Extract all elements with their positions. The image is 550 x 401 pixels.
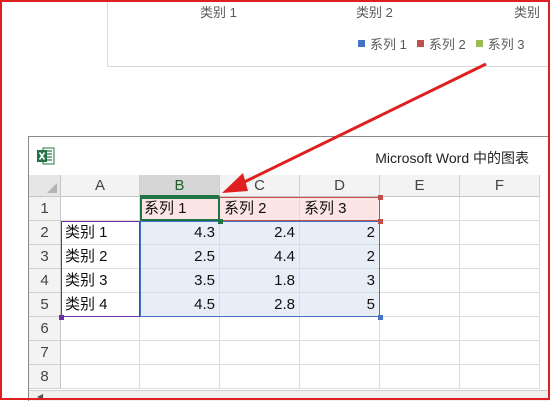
- cell-a2[interactable]: 类别 1: [61, 221, 140, 245]
- row-header-4[interactable]: 4: [29, 269, 61, 293]
- chart-category-label: 类别: [514, 5, 541, 20]
- cell-e8[interactable]: [380, 365, 460, 389]
- cell-f3[interactable]: [460, 245, 540, 269]
- column-header-f[interactable]: F: [460, 175, 540, 197]
- excel-chart-data-window[interactable]: Microsoft Word 中的图表 A B C D E F 1 系列 1 系列 2 系列 32…: [28, 136, 550, 401]
- column-header-a[interactable]: A: [61, 175, 140, 197]
- legend-item: 系列 3: [475, 34, 525, 53]
- excel-icon: [37, 147, 55, 165]
- column-header-d[interactable]: D: [300, 175, 380, 197]
- cell-d3[interactable]: 2: [300, 245, 380, 269]
- cell-a5[interactable]: 类别 4: [61, 293, 140, 317]
- cell-b1[interactable]: 系列 1: [140, 197, 220, 221]
- cell-a8[interactable]: [61, 365, 140, 389]
- title-bar[interactable]: Microsoft Word 中的图表: [29, 137, 550, 175]
- legend-label: 系列 3: [487, 37, 525, 52]
- window-title: Microsoft Word 中的图表: [375, 150, 529, 166]
- cell-d6[interactable]: [300, 317, 380, 341]
- cell-c7[interactable]: [220, 341, 300, 365]
- cell-d5[interactable]: 5: [300, 293, 380, 317]
- legend-swatch: [416, 40, 424, 47]
- horizontal-scrollbar[interactable]: ◀: [29, 390, 550, 401]
- cell-c2[interactable]: 2.4: [220, 221, 300, 245]
- legend-item: 系列 1: [358, 34, 407, 53]
- select-all-corner[interactable]: [29, 175, 61, 197]
- cell-e4[interactable]: [380, 269, 460, 293]
- cell-b5[interactable]: 4.5: [140, 293, 220, 317]
- row-header-2[interactable]: 2: [29, 221, 61, 245]
- cell-c1[interactable]: 系列 2: [220, 197, 300, 221]
- cell-f4[interactable]: [460, 269, 540, 293]
- row-header-1[interactable]: 1: [29, 197, 61, 221]
- cell-f8[interactable]: [460, 365, 540, 389]
- cell-b2[interactable]: 4.3: [140, 221, 220, 245]
- cell-a7[interactable]: [61, 341, 140, 365]
- legend-label: 系列 1: [370, 37, 407, 52]
- cell-b3[interactable]: 2.5: [140, 245, 220, 269]
- chart-plot-area[interactable]: 类别 1 类别 2 类别 系列 1 系列 2 系列 3: [107, 0, 550, 67]
- row-header-8[interactable]: 8: [29, 365, 61, 389]
- cell-b4[interactable]: 3.5: [140, 269, 220, 293]
- cell-f5[interactable]: [460, 293, 540, 317]
- row-header-3[interactable]: 3: [29, 245, 61, 269]
- cell-e1[interactable]: [380, 197, 460, 221]
- cell-c3[interactable]: 4.4: [220, 245, 300, 269]
- cell-d8[interactable]: [300, 365, 380, 389]
- cell-d7[interactable]: [300, 341, 380, 365]
- column-header-b[interactable]: B: [140, 175, 220, 197]
- cell-e3[interactable]: [380, 245, 460, 269]
- column-header-c[interactable]: C: [220, 175, 300, 197]
- legend-swatch: [475, 40, 483, 47]
- cell-f2[interactable]: [460, 221, 540, 245]
- cell-d2[interactable]: 2: [300, 221, 380, 245]
- cell-c4[interactable]: 1.8: [220, 269, 300, 293]
- cell-d4[interactable]: 3: [300, 269, 380, 293]
- cell-f7[interactable]: [460, 341, 540, 365]
- cell-e6[interactable]: [380, 317, 460, 341]
- column-header-e[interactable]: E: [380, 175, 460, 197]
- row-header-6[interactable]: 6: [29, 317, 61, 341]
- cell-c8[interactable]: [220, 365, 300, 389]
- chart-category-label: 类别 1: [200, 5, 237, 20]
- cell-b7[interactable]: [140, 341, 220, 365]
- cell-d1[interactable]: 系列 3: [300, 197, 380, 221]
- cell-f6[interactable]: [460, 317, 540, 341]
- cell-b6[interactable]: [140, 317, 220, 341]
- cell-a4[interactable]: 类别 3: [61, 269, 140, 293]
- cell-a6[interactable]: [61, 317, 140, 341]
- select-all-triangle-icon: [47, 183, 57, 193]
- cell-b8[interactable]: [140, 365, 220, 389]
- cell-c5[interactable]: 2.8: [220, 293, 300, 317]
- legend-swatch: [358, 40, 365, 47]
- cell-a1[interactable]: [61, 197, 140, 221]
- chart-category-label: 类别 2: [356, 5, 393, 20]
- cell-e5[interactable]: [380, 293, 460, 317]
- row-header-5[interactable]: 5: [29, 293, 61, 317]
- legend-label: 系列 2: [428, 37, 466, 52]
- cell-e2[interactable]: [380, 221, 460, 245]
- cell-a3[interactable]: 类别 2: [61, 245, 140, 269]
- row-header-7[interactable]: 7: [29, 341, 61, 365]
- cell-c6[interactable]: [220, 317, 300, 341]
- chart-legend[interactable]: 系列 1 系列 2 系列 3: [358, 34, 525, 53]
- cell-e7[interactable]: [380, 341, 460, 365]
- legend-item: 系列 2: [416, 34, 466, 53]
- cell-f1[interactable]: [460, 197, 540, 221]
